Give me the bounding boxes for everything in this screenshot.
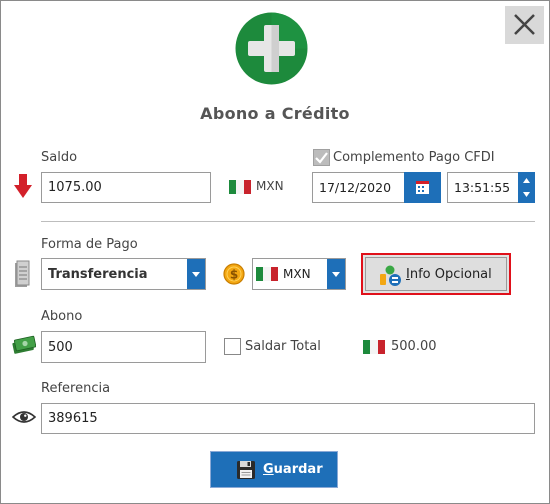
dialog-title: Abono a Crédito [200, 104, 350, 123]
saldo-currency: MXN [256, 179, 284, 193]
spinner-arrows-icon [523, 178, 530, 197]
section-divider [41, 221, 535, 222]
document-icon [15, 260, 30, 287]
referencia-label: Referencia [41, 381, 111, 396]
guardar-label-rest: uardar [273, 462, 323, 477]
referencia-field[interactable]: 389615 [41, 403, 535, 434]
time-field[interactable]: 13:51:55 [447, 172, 519, 203]
forma-pago-label: Forma de Pago [41, 237, 138, 252]
cfdi-label: Complemento Pago CFDI [333, 150, 495, 165]
money-icon [12, 335, 36, 354]
calendar-icon [416, 181, 429, 194]
mexico-flag-icon [363, 340, 385, 354]
guardar-accel: G [263, 462, 274, 477]
info-opcional-button-face: Info Opcional [365, 257, 507, 291]
close-button[interactable] [505, 6, 544, 44]
forma-pago-value: Transferencia [48, 266, 148, 282]
saldar-total-label: Saldar Total [245, 339, 321, 354]
abono-label: Abono [41, 309, 83, 324]
date-field[interactable]: 17/12/2020 [312, 172, 405, 203]
mexico-flag-icon [256, 267, 278, 281]
calendar-button[interactable] [404, 172, 441, 203]
forma-pago-select[interactable]: Transferencia [41, 258, 206, 290]
info-opcional-label-rest: nfo Opcional [409, 267, 492, 282]
abono-total: 500.00 [391, 339, 437, 354]
mexico-flag-icon [229, 180, 251, 194]
svg-text:$: $ [230, 268, 238, 282]
saldo-label: Saldo [41, 150, 78, 165]
cfdi-checkbox[interactable] [313, 149, 330, 166]
plus-circle-icon [235, 12, 308, 85]
chevron-down-icon [327, 259, 345, 289]
red-down-arrow-icon [14, 174, 32, 198]
saldo-field[interactable]: 1075.00 [41, 172, 211, 203]
currency-select-value: MXN [283, 267, 311, 281]
guardar-label: Guardar [263, 462, 323, 477]
close-icon [514, 14, 535, 35]
abono-credito-dialog: Abono a Crédito Saldo 1075.00 MXN Comple… [0, 0, 550, 504]
info-people-icon [380, 265, 401, 286]
saldar-total-checkbox[interactable] [224, 338, 241, 355]
guardar-button[interactable]: Guardar [210, 451, 338, 488]
dollar-coin-icon: $ [223, 263, 245, 285]
eye-icon [12, 411, 36, 423]
abono-field[interactable]: 500 [41, 331, 206, 363]
info-opcional-button[interactable]: Info Opcional [361, 253, 511, 295]
chevron-down-icon [187, 259, 205, 289]
info-opcional-label: Info Opcional [406, 267, 492, 282]
time-spinner[interactable] [518, 172, 535, 203]
floppy-disk-icon [237, 461, 255, 479]
check-icon [315, 152, 328, 164]
